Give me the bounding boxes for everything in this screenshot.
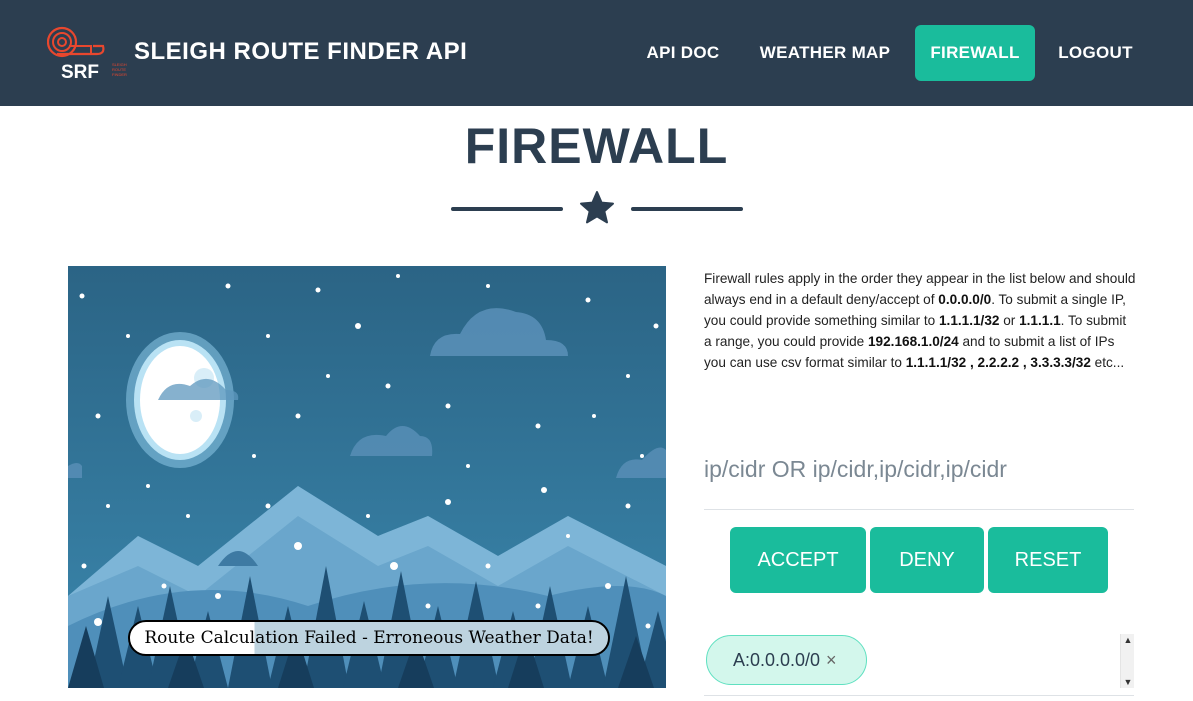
navbar: SRF SLEIGH ROUTE FINDER SLEIGH ROUTE FIN…	[0, 0, 1193, 106]
rules-scrollbar[interactable]: ▲ ▼	[1120, 634, 1134, 688]
heading-divider	[451, 190, 743, 226]
nav-api-doc[interactable]: API DOC	[631, 25, 735, 81]
divider-line-left	[451, 207, 563, 211]
svg-text:SRF: SRF	[61, 62, 99, 82]
deny-button[interactable]: DENY	[870, 527, 984, 593]
page-title: FIREWALL	[464, 118, 729, 174]
nav-logout[interactable]: LOGOUT	[1043, 25, 1148, 81]
scroll-up-icon[interactable]: ▲	[1123, 635, 1133, 645]
srf-logo-icon: SRF SLEIGH ROUTE FINDER	[47, 26, 127, 82]
nav-weather-map[interactable]: WEATHER MAP	[744, 25, 906, 81]
remove-rule-icon[interactable]: ×	[826, 650, 840, 670]
nav-firewall[interactable]: FIREWALL	[915, 25, 1035, 81]
svg-text:FINDER: FINDER	[112, 72, 127, 77]
star-icon	[580, 191, 614, 224]
scroll-down-icon[interactable]: ▼	[1123, 677, 1133, 687]
brand-title[interactable]: SLEIGH ROUTE FINDER API	[134, 38, 467, 66]
route-error-banner: Route Calculation Failed - Erroneous Wea…	[128, 620, 610, 656]
accept-button[interactable]: ACCEPT	[730, 527, 866, 593]
rule-chip-label: A:0.0.0.0/0	[733, 649, 821, 670]
divider-line-right	[631, 207, 743, 211]
firewall-rules-list: A:0.0.0.0/0 × ▲ ▼	[704, 630, 1134, 696]
brand[interactable]: SRF SLEIGH ROUTE FINDER SLEIGH ROUTE FIN…	[47, 24, 467, 82]
reset-button[interactable]: RESET	[988, 527, 1108, 593]
rule-chip[interactable]: A:0.0.0.0/0 ×	[706, 635, 867, 685]
ip-cidr-input[interactable]	[704, 430, 1134, 510]
firewall-help-text: Firewall rules apply in the order they a…	[704, 271, 1136, 370]
